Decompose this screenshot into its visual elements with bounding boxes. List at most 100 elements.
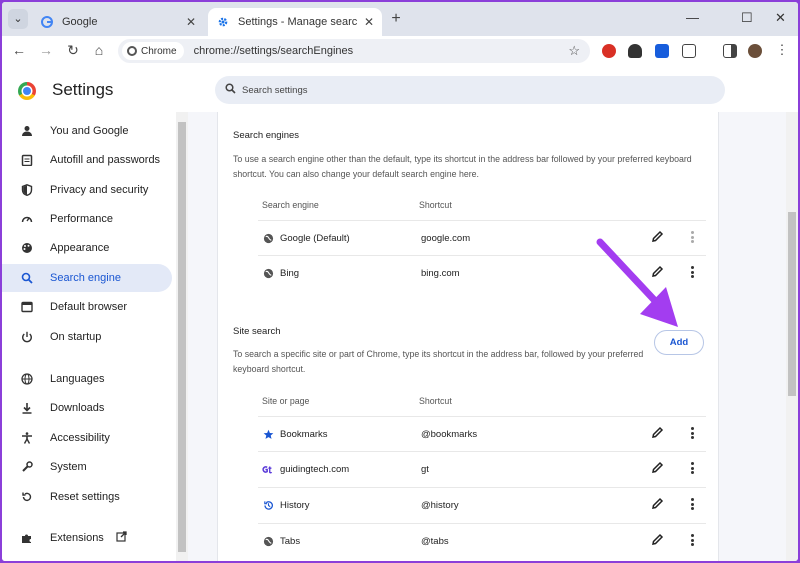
sidebar-item-privacy[interactable]: Privacy and security <box>2 176 172 204</box>
forward-icon[interactable]: → <box>37 42 55 58</box>
sidebar-item-label: Default browser <box>50 301 128 313</box>
site-shortcut: @tabs <box>421 536 449 547</box>
more-actions-icon[interactable] <box>686 460 698 476</box>
site-name: Tabs <box>280 536 301 547</box>
close-tab-icon[interactable]: ✕ <box>364 15 374 29</box>
engine-name: Google (Default) <box>280 233 350 244</box>
chrome-logo-icon <box>18 82 36 100</box>
sidebar-item-you-and-google[interactable]: You and Google <box>2 117 172 145</box>
sidebar-item-downloads[interactable]: Downloads <box>2 394 172 422</box>
browser-icon <box>20 300 34 314</box>
sidebar-item-label: Search engine <box>50 272 121 284</box>
sidebar-item-search-engine[interactable]: Search engine <box>2 264 172 292</box>
main-scrollbar[interactable] <box>786 112 798 561</box>
engine-shortcut: google.com <box>421 233 471 244</box>
puzzle-icon <box>20 531 34 545</box>
shield-icon <box>20 183 34 197</box>
menu-kebab-icon[interactable]: ⋮ <box>773 42 791 58</box>
extension-bitwarden-icon[interactable] <box>655 44 669 58</box>
sidebar-item-label: Performance <box>50 213 113 225</box>
settings-search-bar[interactable] <box>215 76 725 104</box>
edit-pencil-icon[interactable] <box>651 533 665 547</box>
browser-window: ⌄ Google ✕ Settings - Manage search engi… <box>2 2 798 561</box>
new-tab-icon[interactable]: + <box>387 10 405 28</box>
sidebar-item-reset[interactable]: Reset settings <box>2 483 172 511</box>
avatar[interactable] <box>748 44 762 58</box>
sidebar-item-label: On startup <box>50 331 102 343</box>
sidebar-scrollbar[interactable] <box>176 112 188 561</box>
search-icon <box>20 271 34 285</box>
google-icon <box>40 15 54 29</box>
tab-settings[interactable]: Settings - Manage search engin ✕ <box>208 8 382 36</box>
annotation-arrow-icon <box>596 238 678 327</box>
sidebar-item-accessibility[interactable]: Accessibility <box>2 424 172 452</box>
tab-title: Google <box>62 16 98 28</box>
edit-pencil-icon[interactable] <box>651 497 665 511</box>
sidebar: You and Google Autofill and passwords Pr… <box>2 112 177 561</box>
bookmark-star-icon[interactable]: ☆ <box>568 43 580 59</box>
sidebar-item-label: Accessibility <box>50 432 110 444</box>
settings-header: Settings <box>2 66 798 112</box>
sidebar-item-label: Extensions <box>50 532 104 544</box>
edit-pencil-icon[interactable] <box>651 461 665 475</box>
engine-name: Bing <box>280 268 300 279</box>
clipboard-icon <box>20 153 34 167</box>
sidebar-item-label: Appearance <box>50 242 110 254</box>
back-icon[interactable]: ← <box>10 42 28 58</box>
sidebar-item-languages[interactable]: Languages <box>2 365 172 393</box>
scrollbar-thumb[interactable] <box>178 122 186 552</box>
column-header-site-or-page: Site or page <box>262 396 310 406</box>
globe-icon <box>20 372 34 386</box>
person-icon <box>20 124 34 138</box>
tab-title: Settings - Manage search engin <box>238 16 358 28</box>
main-content: Search engines To use a search engine ot… <box>188 112 786 561</box>
more-actions-icon[interactable] <box>686 496 698 512</box>
sidebar-item-label: System <box>50 461 87 473</box>
speedometer-icon <box>20 212 34 226</box>
site-name: Bookmarks <box>280 429 328 440</box>
reset-icon <box>20 490 34 504</box>
sidebar-item-default-browser[interactable]: Default browser <box>2 293 172 321</box>
site-shortcut: @bookmarks <box>421 429 478 440</box>
sidebar-item-extensions[interactable]: Extensions <box>2 524 172 552</box>
search-icon <box>225 83 236 97</box>
home-icon[interactable]: ⌂ <box>90 42 108 58</box>
site-info-chip[interactable]: Chrome <box>122 42 184 60</box>
sidebar-item-on-startup[interactable]: On startup <box>2 323 172 351</box>
minimize-icon[interactable]: — <box>686 10 699 25</box>
sidebar-item-system[interactable]: System <box>2 453 172 481</box>
more-actions-icon[interactable] <box>686 425 698 441</box>
edit-pencil-icon[interactable] <box>651 426 665 440</box>
close-window-icon[interactable]: ✕ <box>775 10 786 26</box>
more-actions-icon[interactable] <box>686 532 698 548</box>
globe-icon <box>262 232 274 244</box>
sidebar-item-autofill[interactable]: Autofill and passwords <box>2 146 172 174</box>
sidebar-item-label: Downloads <box>50 402 105 414</box>
extensions-puzzle-icon[interactable] <box>682 44 696 58</box>
search-engines-heading: Search engines <box>233 130 300 141</box>
sidebar-item-label: Languages <box>50 373 105 385</box>
sidebar-item-performance[interactable]: Performance <box>2 205 172 233</box>
url-text[interactable]: chrome://settings/searchEngines <box>194 45 569 57</box>
tab-google[interactable]: Google ✕ <box>32 8 204 36</box>
site-shortcut: gt <box>421 464 429 475</box>
table-row: History @history <box>258 487 706 522</box>
table-row: guidingtech.com gt <box>258 451 706 486</box>
wrench-icon <box>20 460 34 474</box>
maximize-icon[interactable]: ☐ <box>741 10 753 26</box>
star-icon <box>262 428 274 440</box>
column-header-shortcut: Shortcut <box>419 200 452 210</box>
side-panel-icon[interactable] <box>723 44 737 58</box>
extension-ublock-icon[interactable] <box>602 44 616 58</box>
scrollbar-thumb[interactable] <box>788 212 796 396</box>
extension-spy-icon[interactable] <box>628 44 642 58</box>
reload-icon[interactable]: ↻ <box>64 42 82 59</box>
close-tab-icon[interactable]: ✕ <box>186 15 196 29</box>
search-input[interactable] <box>242 84 542 96</box>
globe-icon <box>262 535 274 547</box>
tab-search-dropdown-icon[interactable]: ⌄ <box>8 9 28 29</box>
external-link-icon <box>116 531 127 545</box>
site-search-description: To search a specific site or part of Chr… <box>233 349 644 374</box>
address-bar[interactable]: Chrome chrome://settings/searchEngines ☆ <box>118 39 590 63</box>
sidebar-item-appearance[interactable]: Appearance <box>2 234 172 262</box>
